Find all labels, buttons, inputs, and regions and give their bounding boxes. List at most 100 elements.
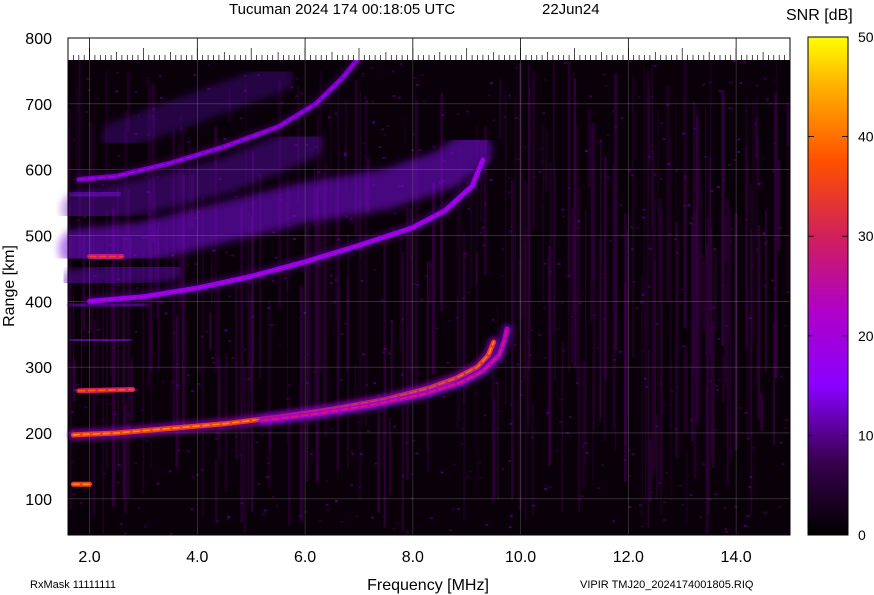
x-tick-label: 10.0: [505, 549, 536, 566]
noise-speck: [501, 248, 505, 251]
noise-speck: [532, 504, 536, 507]
noise-speck: [247, 378, 251, 381]
noise-speck: [751, 447, 755, 449]
noise-speck: [568, 416, 572, 418]
noise-speck: [642, 350, 646, 352]
noise-speck: [448, 320, 452, 323]
noise-speck: [635, 307, 639, 310]
noise-speck: [267, 306, 271, 309]
noise-speck: [361, 73, 365, 75]
noise-speck: [648, 247, 652, 250]
noise-streak: [644, 311, 647, 503]
noise-streak: [713, 247, 717, 333]
noise-speck: [743, 61, 747, 64]
noise-speck: [655, 322, 659, 325]
noise-speck: [604, 85, 608, 87]
noise-streak: [542, 124, 545, 302]
noise-speck: [85, 111, 89, 113]
colorbar-label: SNR [dB]: [786, 7, 853, 24]
noise-streak: [604, 156, 607, 380]
noise-speck: [156, 482, 160, 485]
noise-speck: [140, 408, 144, 411]
noise-speck: [773, 142, 776, 145]
noise-streak: [440, 92, 443, 312]
noise-speck: [350, 484, 354, 487]
noise-speck: [714, 429, 718, 432]
noise-speck: [183, 336, 187, 339]
noise-speck: [713, 248, 717, 251]
noise-speck: [400, 373, 404, 376]
noise-speck: [344, 154, 348, 157]
noise-streak: [660, 198, 663, 516]
noise-speck: [386, 125, 390, 127]
noise-speck: [593, 314, 597, 317]
noise-speck: [581, 293, 585, 296]
noise-speck: [467, 207, 471, 210]
noise-speck: [349, 217, 353, 220]
noise-speck: [540, 205, 544, 208]
noise-speck: [373, 268, 377, 271]
noise-speck: [212, 361, 216, 364]
noise-speck: [72, 493, 76, 496]
echo-cloud: [60, 255, 183, 295]
noise-speck: [689, 419, 693, 422]
noise-speck: [466, 110, 470, 113]
noise-speck: [560, 302, 564, 305]
noise-speck: [659, 383, 663, 385]
noise-streak: [457, 297, 459, 366]
noise-speck: [598, 140, 602, 143]
noise-speck: [274, 256, 278, 259]
noise-speck: [455, 317, 459, 320]
noise-speck: [619, 204, 623, 207]
noise-speck: [710, 190, 714, 193]
x-tick-label: 12.0: [613, 549, 644, 566]
noise-speck: [559, 420, 563, 423]
noise-speck: [783, 325, 787, 328]
colorbar-tick-label: 50: [858, 29, 874, 45]
noise-speck: [306, 382, 310, 385]
noise-speck: [383, 133, 387, 136]
noise-speck: [362, 353, 366, 356]
noise-speck: [701, 255, 705, 258]
noise-streak: [654, 199, 656, 435]
noise-streak: [404, 114, 406, 145]
noise-speck: [112, 346, 116, 349]
noise-speck: [113, 413, 117, 416]
noise-speck: [642, 216, 646, 219]
noise-speck: [238, 454, 242, 457]
noise-speck: [508, 177, 511, 180]
noise-speck: [748, 316, 752, 319]
noise-speck: [567, 187, 571, 190]
noise-speck: [119, 523, 123, 525]
noise-speck: [216, 359, 220, 362]
noise-speck: [614, 126, 618, 128]
noise-speck: [631, 453, 635, 456]
noise-speck: [581, 445, 585, 448]
noise-speck: [226, 517, 230, 520]
noise-speck: [287, 384, 291, 387]
noise-speck: [266, 462, 270, 464]
noise-speck: [186, 374, 190, 376]
noise-speck: [487, 94, 491, 97]
noise-streak: [491, 360, 495, 504]
noise-speck: [449, 529, 453, 532]
noise-speck: [175, 384, 179, 387]
noise-streak: [787, 96, 790, 289]
noise-speck: [109, 403, 113, 406]
noise-speck: [772, 170, 776, 173]
noise-speck: [779, 226, 783, 229]
noise-speck: [257, 482, 261, 485]
noise-speck: [223, 138, 227, 141]
noise-speck: [391, 70, 395, 73]
x-tick-labels: 2.0 4.0 6.0 8.0 10.0 12.0 14.0: [78, 549, 751, 566]
noise-speck: [737, 531, 741, 534]
noise-speck: [406, 531, 409, 534]
colorbar-tick-label: 20: [858, 328, 874, 344]
noise-speck: [303, 311, 307, 314]
noise-speck: [339, 379, 343, 382]
noise-speck: [402, 207, 406, 209]
noise-speck: [589, 95, 593, 98]
noise-speck: [712, 306, 716, 309]
noise-speck: [135, 287, 139, 290]
noise-speck: [500, 275, 504, 277]
